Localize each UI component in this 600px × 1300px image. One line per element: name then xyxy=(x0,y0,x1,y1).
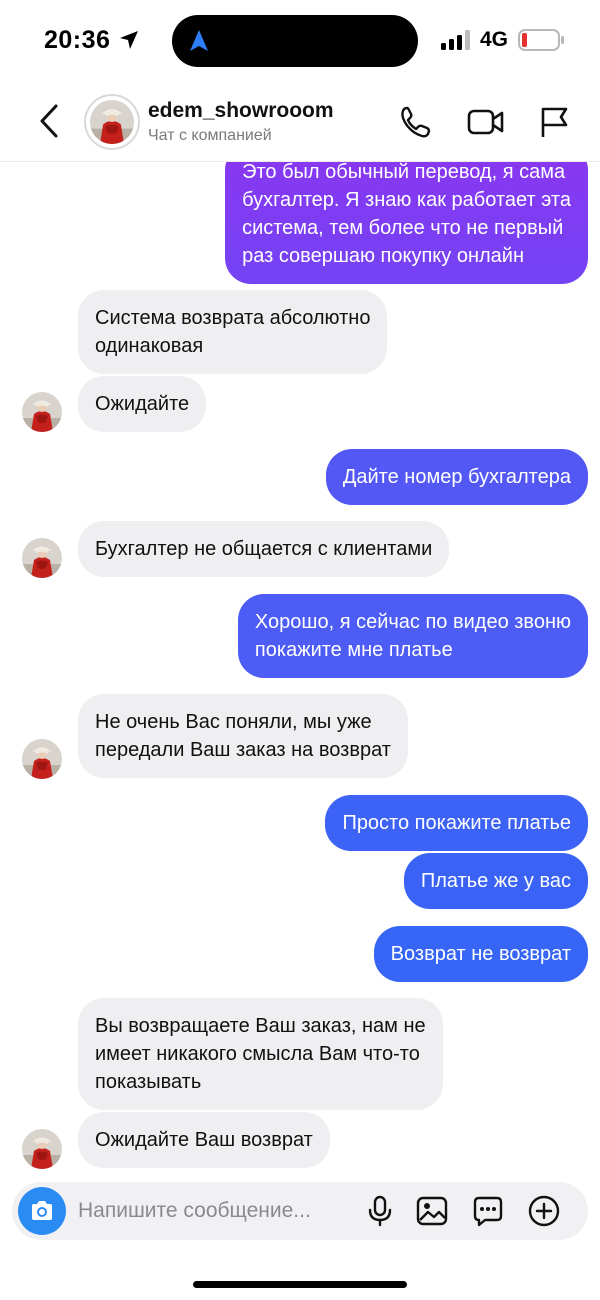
message-outgoing[interactable]: Платье же у вас xyxy=(403,853,588,909)
message-text: Это был обычный перевод, я сама xyxy=(242,162,566,183)
message-outgoing[interactable]: Это был обычный перевод, я сама бухгалте… xyxy=(225,162,588,284)
message-incoming[interactable]: Вы возвращаете Ваш заказ, нам не имеет н… xyxy=(78,998,443,1110)
message-incoming[interactable]: Система возврата абсолютно одинаковая xyxy=(78,290,388,374)
flag-icon[interactable] xyxy=(536,104,572,140)
message-text: Ожидайте xyxy=(95,393,190,415)
message-input[interactable] xyxy=(78,1194,338,1228)
camera-button[interactable] xyxy=(18,1187,66,1235)
video-camera-icon[interactable] xyxy=(466,104,506,140)
message-text: показывать xyxy=(95,1071,202,1093)
message-text: система, тем более что не первый xyxy=(242,217,564,239)
message-incoming[interactable]: Бухгалтер не общается с клиентами xyxy=(78,521,450,577)
message-text: Вы возвращаете Ваш заказ, нам не xyxy=(95,1015,426,1037)
message-incoming[interactable]: Не очень Вас поняли, мы уже передали Ваш… xyxy=(78,694,408,778)
message-text: бухгалтер. Я знаю как работает эта xyxy=(242,189,571,211)
message-text: Возврат не возврат xyxy=(390,943,571,965)
message-text: Хорошо, я сейчас по видео звоню xyxy=(254,611,571,633)
sticker-icon[interactable] xyxy=(471,1194,505,1228)
message-text: Ожидайте Ваш возврат xyxy=(95,1129,313,1151)
message-text: Не очень Вас поняли, мы уже xyxy=(95,711,372,733)
network-type: 4G xyxy=(480,28,509,51)
message-text: Бухгалтер не общается с клиентами xyxy=(95,538,433,560)
battery-icon xyxy=(518,29,564,51)
chevron-left-icon[interactable] xyxy=(36,102,64,140)
status-time: 20:36 xyxy=(44,26,111,54)
microphone-icon[interactable] xyxy=(363,1194,397,1228)
message-text: Просто покажите платье xyxy=(342,812,571,834)
message-incoming[interactable]: Ожидайте Ваш возврат xyxy=(78,1112,330,1168)
sender-avatar[interactable] xyxy=(22,739,62,779)
chat-header: edem_showrooom Чат с компанией xyxy=(0,82,600,162)
signal-icon xyxy=(441,30,470,50)
message-outgoing[interactable]: Хорошо, я сейчас по видео звоню покажите… xyxy=(237,594,588,678)
home-indicator[interactable] xyxy=(193,1281,407,1288)
message-outgoing[interactable]: Дайте номер бухгалтера xyxy=(325,449,588,505)
image-icon[interactable] xyxy=(415,1194,449,1228)
sender-avatar[interactable] xyxy=(22,538,62,578)
message-incoming[interactable]: Ожидайте xyxy=(78,376,207,432)
message-text: одинаковая xyxy=(95,335,204,357)
chat-avatar[interactable] xyxy=(84,94,140,150)
location-arrow-icon xyxy=(120,31,138,49)
message-text: раз совершаю покупку онлайн xyxy=(242,245,525,267)
message-text: имеет никакого смысла Вам что-то xyxy=(95,1043,420,1065)
message-list[interactable]: Это был обычный перевод, я сама бухгалте… xyxy=(0,162,600,1174)
phone-icon[interactable] xyxy=(398,104,434,140)
camera-icon xyxy=(32,1201,52,1220)
sender-avatar[interactable] xyxy=(22,1129,62,1169)
message-text: покажите мне платье xyxy=(254,639,453,661)
plus-icon[interactable] xyxy=(527,1194,561,1228)
navigation-arrow-icon xyxy=(190,30,208,51)
message-text: Дайте номер бухгалтера xyxy=(342,466,571,488)
message-text: Система возврата абсолютно xyxy=(95,307,371,329)
avatar xyxy=(90,100,134,144)
chat-title[interactable]: edem_showrooom xyxy=(148,99,334,123)
message-text: Платье же у вас xyxy=(420,870,571,892)
chat-subtitle: Чат с компанией xyxy=(148,127,272,144)
message-text: передали Ваш заказ на возврат xyxy=(95,739,391,761)
status-bar: 20:36 4G xyxy=(0,0,600,82)
message-outgoing[interactable]: Возврат не возврат xyxy=(373,926,588,982)
message-composer xyxy=(12,1182,588,1240)
message-outgoing[interactable]: Просто покажите платье xyxy=(325,795,588,851)
sender-avatar[interactable] xyxy=(22,392,62,432)
